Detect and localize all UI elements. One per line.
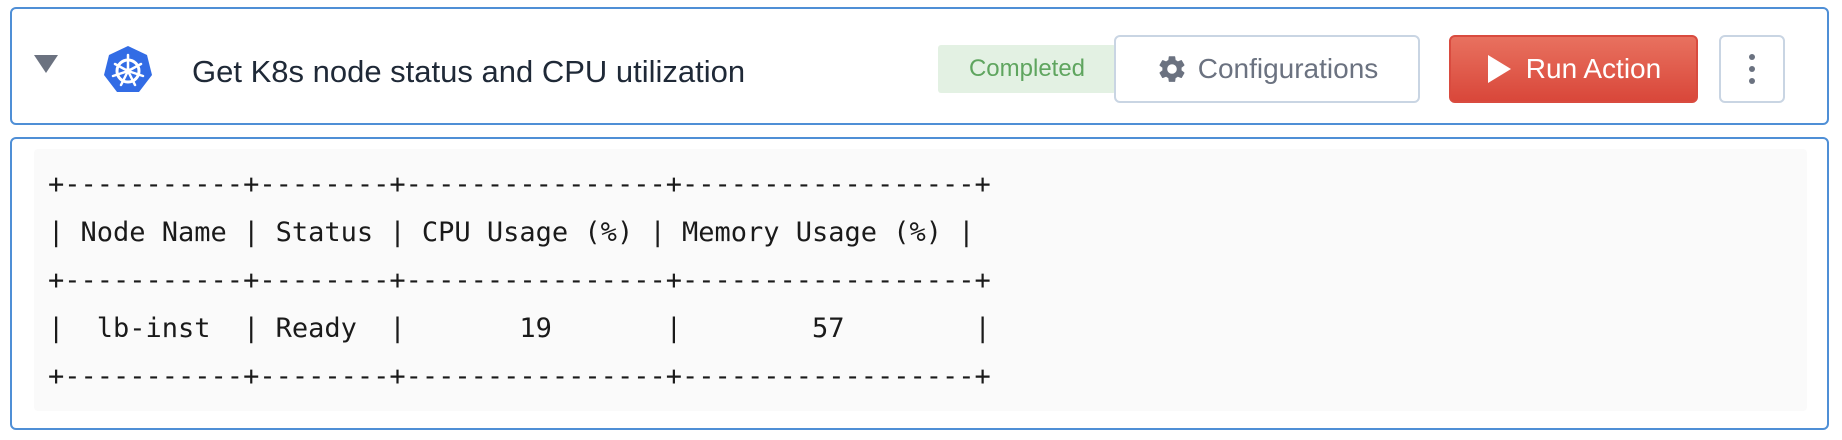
configurations-label: Configurations — [1197, 53, 1379, 84]
action-header-card: Get K8s node status and CPU utilization … — [10, 7, 1829, 125]
output-console: +-----------+--------+----------------+-… — [34, 149, 1807, 411]
play-icon — [1487, 55, 1511, 83]
run-action-button[interactable]: Run Action — [1449, 35, 1698, 103]
gear-icon — [1159, 56, 1185, 82]
output-line: +-----------+--------+----------------+-… — [48, 265, 991, 296]
output-line: +-----------+--------+----------------+-… — [48, 361, 991, 392]
status-badge: Completed — [938, 45, 1116, 93]
action-title: Get K8s node status and CPU utilization — [192, 54, 746, 89]
vertical-ellipsis-icon — [1749, 78, 1755, 84]
more-options-button[interactable] — [1719, 35, 1785, 103]
action-output-card: +-----------+--------+----------------+-… — [10, 137, 1829, 430]
vertical-ellipsis-icon — [1749, 54, 1755, 60]
run-action-label: Run Action — [1525, 53, 1662, 84]
kubernetes-icon — [104, 46, 152, 92]
vertical-ellipsis-icon — [1749, 66, 1755, 72]
output-line: | Node Name | Status | CPU Usage (%) | M… — [48, 217, 975, 248]
triangle-down-icon[interactable] — [34, 55, 58, 73]
output-line: | lb-inst | Ready | 19 | 57 | — [48, 313, 991, 344]
output-line: +-----------+--------+----------------+-… — [48, 169, 991, 200]
configurations-button[interactable]: Configurations — [1114, 35, 1420, 103]
